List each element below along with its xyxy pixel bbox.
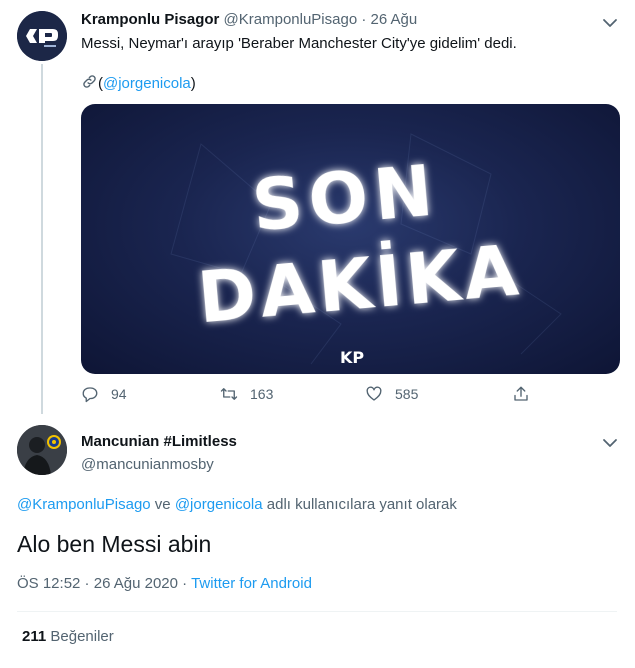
retweet-button[interactable]: 163 (220, 385, 273, 403)
tweet-source-link[interactable]: Twitter for Android (191, 575, 312, 592)
tweet-text: Messi, Neymar'ı arayıp 'Beraber Manchest… (81, 35, 517, 52)
reply-count: 94 (111, 386, 127, 402)
retweet-icon (220, 388, 238, 400)
link-icon (83, 75, 96, 88)
link-line: (@jorgenicola) (81, 73, 196, 92)
divider (17, 611, 617, 612)
likes-summary[interactable]: 211 Beğeniler (22, 628, 114, 645)
separator: · (361, 11, 367, 28)
tweet-header: Kramponlu Pisagor @KramponluPisago · 26 … (81, 11, 417, 28)
media-line1: SON (249, 149, 442, 247)
replying-to: @KramponluPisago ve @jorgenicola adlı ku… (17, 496, 457, 513)
mention-link[interactable]: @jorgenicola (103, 75, 191, 92)
tweet-reply: Mancunian #Limitless @mancunianmosby @Kr… (0, 420, 635, 668)
mention-link[interactable]: @jorgenicola (175, 496, 263, 513)
tweet-time[interactable]: ÖS 12:52 (17, 575, 80, 592)
separator: · (178, 575, 192, 592)
likes-label: Beğeniler (50, 628, 114, 645)
separator: · (80, 575, 94, 592)
like-count: 585 (395, 386, 419, 402)
link-paren-close: ) (190, 75, 196, 92)
author-name[interactable]: Kramponlu Pisagor (81, 11, 219, 28)
tweet-media-image[interactable]: SON DAKİKA KP (81, 104, 620, 374)
share-button[interactable] (512, 385, 530, 403)
chevron-down-icon[interactable] (601, 434, 619, 452)
share-icon (514, 386, 528, 401)
reply-suffix: adlı kullanıcılara yanıt olarak (262, 496, 457, 513)
tweet-original: Kramponlu Pisagor @KramponluPisago · 26 … (0, 0, 635, 420)
reply-conjunction: ve (150, 496, 175, 513)
media-logo: KP (340, 348, 364, 367)
mention-link[interactable]: @KramponluPisago (17, 496, 151, 513)
avatar[interactable] (17, 425, 67, 475)
tweet-date[interactable]: 26 Ağu (371, 11, 418, 28)
media-line2: DAKİKA (195, 229, 526, 339)
tweet-text: Alo ben Messi abin (17, 531, 212, 557)
author-handle[interactable]: @KramponluPisago (224, 11, 358, 28)
tweet-meta: ÖS 12:52 · 26 Ağu 2020 · Twitter for And… (17, 575, 312, 592)
svg-text:KP: KP (340, 348, 364, 367)
media-graphic: SON DAKİKA KP (170, 133, 562, 367)
avatar[interactable] (17, 11, 67, 61)
tweet-actions: 94 163 585 (81, 385, 531, 407)
retweet-count: 163 (250, 386, 274, 402)
likes-count: 211 (22, 628, 47, 645)
reply-icon (82, 387, 98, 403)
user-photo-icon (17, 425, 67, 475)
author-handle[interactable]: @mancunianmosby (81, 456, 214, 473)
author-name[interactable]: Mancunian #Limitless (81, 433, 237, 450)
thread-line (41, 64, 43, 414)
reply-button[interactable]: 94 (81, 385, 127, 403)
tweet-date[interactable]: 26 Ağu 2020 (94, 575, 178, 592)
like-button[interactable]: 585 (365, 385, 418, 403)
chevron-down-icon[interactable] (601, 14, 619, 32)
kramponlu-logo-icon (17, 11, 67, 61)
heart-icon (366, 386, 382, 401)
